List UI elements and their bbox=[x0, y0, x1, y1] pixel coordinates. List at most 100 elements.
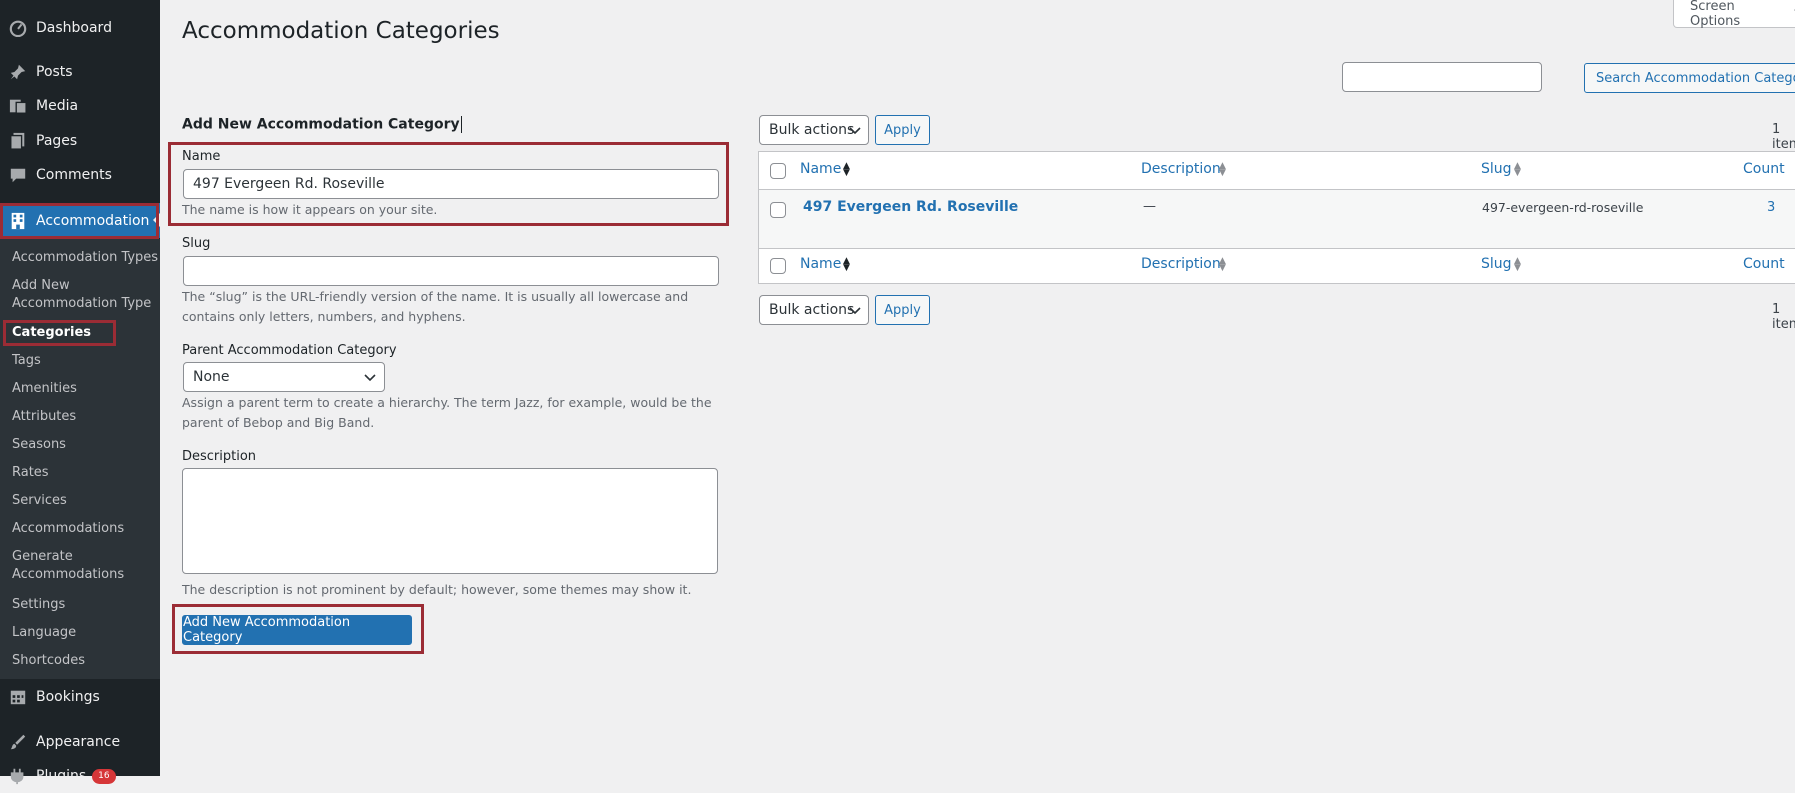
sort-asc-icon: ▲ ▼ bbox=[843, 161, 850, 178]
search-input[interactable] bbox=[1342, 62, 1542, 92]
menu-label: Media bbox=[36, 98, 79, 114]
submenu-item[interactable]: Accommodations bbox=[12, 520, 124, 538]
row-description: — bbox=[1143, 199, 1156, 214]
footer-separator bbox=[758, 248, 1795, 249]
name-label: Name bbox=[182, 149, 221, 164]
submenu-item[interactable]: Settings bbox=[12, 596, 65, 614]
menu-accommodation[interactable]: Accommodation bbox=[0, 203, 160, 238]
column-footer-count[interactable]: Count bbox=[1743, 256, 1785, 272]
media-icon bbox=[0, 97, 36, 115]
calendar-icon bbox=[0, 688, 36, 706]
column-footer-description[interactable]: Description bbox=[1141, 256, 1221, 272]
column-footer-name[interactable]: Name bbox=[800, 256, 841, 272]
slug-help: The “slug” is the URL-friendly version o… bbox=[182, 289, 689, 324]
submenu-item-categories[interactable]: Categories bbox=[12, 324, 91, 342]
column-header-count[interactable]: Count bbox=[1743, 161, 1785, 177]
search-button[interactable]: Search Accommodation Categories bbox=[1584, 63, 1795, 93]
menu-posts[interactable]: Posts bbox=[0, 55, 160, 89]
submenu-item[interactable]: Generate Accommodations bbox=[12, 548, 124, 584]
plugin-icon bbox=[0, 767, 36, 785]
admin-sidebar: Dashboard Posts Media Pages Comments Acc… bbox=[0, 0, 160, 785]
screen-options-label: Screen Options bbox=[1690, 0, 1741, 29]
bulk-actions-label: Bulk actions bbox=[769, 302, 855, 318]
apply-button-bottom[interactable]: Apply bbox=[875, 295, 930, 325]
menu-label: Appearance bbox=[36, 734, 121, 750]
submenu-item[interactable]: Shortcodes bbox=[12, 652, 85, 670]
name-help: The name is how it appears on your site. bbox=[182, 202, 438, 217]
building-icon bbox=[0, 212, 36, 230]
row-checkbox[interactable] bbox=[770, 202, 786, 218]
column-header-description[interactable]: Description bbox=[1141, 161, 1221, 177]
slug-label: Slug bbox=[182, 236, 211, 251]
column-header-name[interactable]: Name bbox=[800, 161, 841, 177]
submenu-item[interactable]: Add New Accommodation Type bbox=[12, 277, 151, 313]
submenu-item[interactable]: Rates bbox=[12, 464, 49, 482]
menu-appearance[interactable]: Appearance bbox=[0, 725, 160, 759]
submenu-item[interactable]: Attributes bbox=[12, 408, 76, 426]
submenu-item[interactable]: Language bbox=[12, 624, 76, 642]
parent-help: Assign a parent term to create a hierarc… bbox=[182, 395, 712, 430]
chevron-down-icon bbox=[364, 369, 376, 388]
menu-label: Bookings bbox=[36, 689, 100, 705]
parent-label: Parent Accommodation Category bbox=[182, 343, 397, 358]
items-count: 1 item bbox=[1772, 122, 1795, 152]
update-count-badge: 16 bbox=[92, 768, 116, 784]
menu-label: Dashboard bbox=[36, 20, 112, 36]
chevron-down-icon bbox=[849, 302, 861, 321]
description-textarea[interactable] bbox=[182, 468, 718, 574]
menu-pages[interactable]: Pages bbox=[0, 124, 160, 158]
page-title: Accommodation Categories bbox=[182, 18, 500, 44]
add-category-button[interactable]: Add New Accommodation Category bbox=[182, 615, 412, 645]
menu-bookings[interactable]: Bookings bbox=[0, 680, 160, 714]
menu-plugins[interactable]: Plugins 16 bbox=[0, 759, 160, 793]
text-cursor bbox=[460, 116, 462, 133]
name-input[interactable]: 497 Evergeen Rd. Roseville bbox=[183, 169, 719, 199]
row-name-link[interactable]: 497 Evergeen Rd. Roseville bbox=[803, 199, 1018, 215]
parent-select[interactable]: None bbox=[183, 362, 385, 392]
dashboard-icon bbox=[0, 19, 36, 37]
screen-options-button[interactable]: Screen Options ▼ bbox=[1673, 0, 1795, 29]
row-count-link[interactable]: 3 bbox=[1767, 200, 1775, 215]
description-help: The description is not prominent by defa… bbox=[182, 582, 692, 597]
chevron-down-icon bbox=[849, 122, 861, 141]
bulk-actions-select-bottom[interactable]: Bulk actions bbox=[759, 295, 869, 325]
sort-asc-icon: ▲ ▼ bbox=[843, 256, 850, 273]
accommodation-submenu: Accommodation Types Add New Accommodatio… bbox=[0, 239, 160, 679]
form-heading: Add New Accommodation Category bbox=[182, 116, 462, 133]
description-label: Description bbox=[182, 449, 257, 464]
select-all-checkbox-bottom[interactable] bbox=[770, 258, 786, 274]
current-menu-arrow-icon bbox=[153, 213, 160, 227]
menu-media[interactable]: Media bbox=[0, 89, 160, 123]
column-header-slug[interactable]: Slug bbox=[1481, 161, 1512, 177]
brush-icon bbox=[0, 733, 36, 751]
column-footer-slug[interactable]: Slug bbox=[1481, 256, 1512, 272]
submenu-item[interactable]: Seasons bbox=[12, 436, 66, 454]
parent-select-value: None bbox=[193, 369, 230, 385]
bulk-actions-select-top[interactable]: Bulk actions bbox=[759, 115, 869, 145]
submenu-item[interactable]: Services bbox=[12, 492, 67, 510]
pages-icon bbox=[0, 132, 36, 150]
apply-button-top[interactable]: Apply bbox=[875, 115, 930, 145]
menu-comments[interactable]: Comments bbox=[0, 158, 160, 192]
items-count-bottom: 1 item bbox=[1772, 302, 1795, 332]
submenu-item[interactable]: Tags bbox=[12, 352, 41, 370]
submenu-item[interactable]: Accommodation Types bbox=[12, 249, 158, 267]
slug-input[interactable] bbox=[183, 256, 719, 286]
menu-label: Pages bbox=[36, 133, 78, 149]
sort-icon: ▲ ▼ bbox=[1514, 161, 1521, 178]
sort-icon: ▲ ▼ bbox=[1219, 161, 1226, 178]
sort-icon: ▲ ▼ bbox=[1219, 256, 1226, 273]
menu-label: Plugins bbox=[36, 768, 87, 784]
row-slug: 497-evergeen-rd-roseville bbox=[1482, 200, 1644, 215]
sort-icon: ▲ ▼ bbox=[1514, 256, 1521, 273]
menu-label: Accommodation bbox=[36, 212, 150, 229]
menu-label: Comments bbox=[36, 167, 112, 183]
form-heading-text: Add New Accommodation Category bbox=[182, 116, 460, 133]
select-all-checkbox[interactable] bbox=[770, 163, 786, 179]
menu-label: Posts bbox=[36, 64, 73, 80]
bulk-actions-label: Bulk actions bbox=[769, 122, 855, 138]
pin-icon bbox=[0, 63, 36, 81]
menu-dashboard[interactable]: Dashboard bbox=[0, 11, 160, 45]
submenu-item[interactable]: Amenities bbox=[12, 380, 77, 398]
comment-icon bbox=[0, 166, 36, 184]
